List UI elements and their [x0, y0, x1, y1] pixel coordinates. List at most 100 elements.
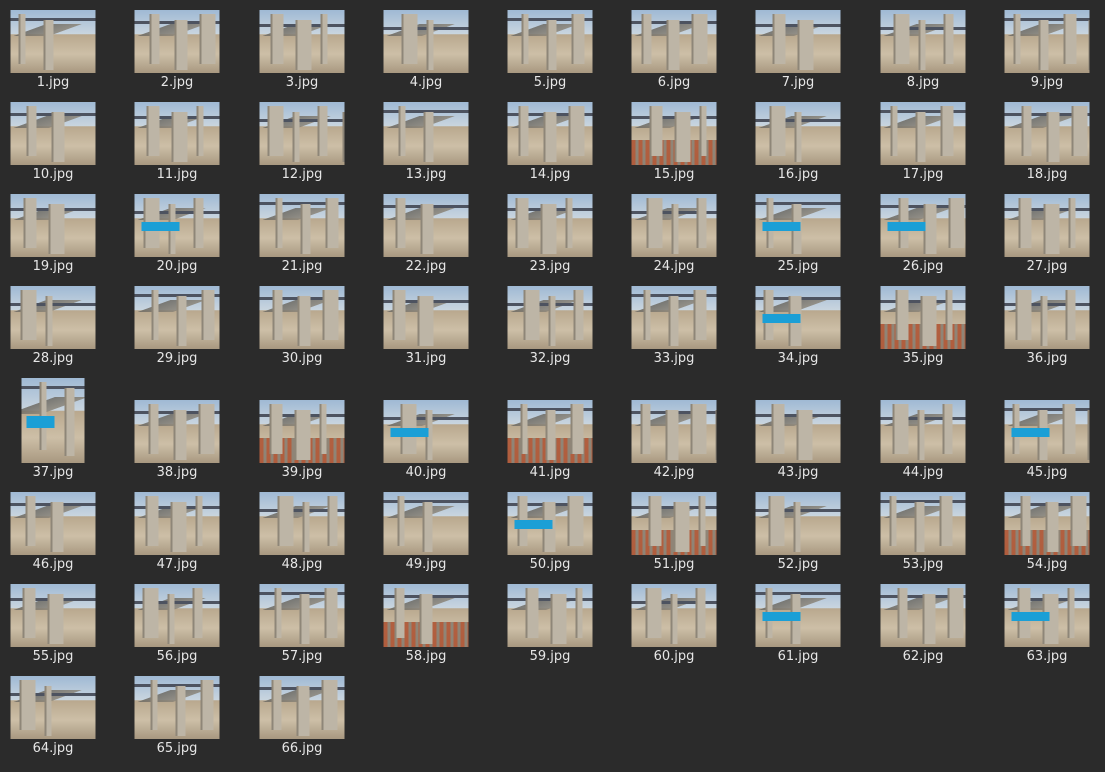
image-thumbnail — [383, 584, 469, 647]
file-item[interactable]: 25.jpg — [736, 184, 860, 276]
image-thumbnail — [507, 492, 593, 555]
file-item[interactable]: 38.jpg — [115, 390, 239, 482]
file-name-label: 33.jpg — [653, 351, 695, 366]
file-item[interactable]: 54.jpg — [985, 482, 1105, 574]
file-item[interactable]: 59.jpg — [488, 574, 612, 666]
file-item[interactable]: 42.jpg — [612, 390, 736, 482]
file-item[interactable]: 11.jpg — [115, 92, 239, 184]
file-name-label: 4.jpg — [409, 75, 443, 90]
file-item[interactable]: 16.jpg — [736, 92, 860, 184]
file-item[interactable]: 35.jpg — [861, 276, 985, 368]
image-thumbnail — [134, 584, 220, 647]
file-item[interactable]: 49.jpg — [364, 482, 488, 574]
file-item[interactable]: 37.jpg — [0, 378, 115, 482]
image-thumbnail — [383, 102, 469, 165]
file-item[interactable]: 62.jpg — [861, 574, 985, 666]
file-item[interactable]: 36.jpg — [985, 276, 1105, 368]
file-name-label: 18.jpg — [1026, 167, 1068, 182]
file-item[interactable]: 6.jpg — [612, 0, 736, 92]
file-item[interactable]: 61.jpg — [736, 574, 860, 666]
file-item[interactable]: 46.jpg — [0, 482, 115, 574]
image-thumbnail — [880, 10, 966, 73]
file-item[interactable]: 9.jpg — [985, 0, 1105, 92]
file-name-label: 60.jpg — [653, 649, 695, 664]
file-item[interactable]: 15.jpg — [612, 92, 736, 184]
file-item[interactable]: 40.jpg — [364, 390, 488, 482]
file-item[interactable]: 45.jpg — [985, 390, 1105, 482]
file-item[interactable]: 51.jpg — [612, 482, 736, 574]
file-item[interactable]: 53.jpg — [861, 482, 985, 574]
file-item[interactable]: 19.jpg — [0, 184, 115, 276]
file-item[interactable]: 21.jpg — [240, 184, 364, 276]
file-item[interactable]: 1.jpg — [0, 0, 115, 92]
file-item[interactable]: 52.jpg — [736, 482, 860, 574]
file-item[interactable]: 18.jpg — [985, 92, 1105, 184]
file-name-label: 50.jpg — [529, 557, 571, 572]
file-item[interactable]: 34.jpg — [736, 276, 860, 368]
image-thumbnail — [880, 194, 966, 257]
file-item[interactable]: 39.jpg — [240, 390, 364, 482]
file-name-label: 57.jpg — [281, 649, 323, 664]
file-item[interactable]: 7.jpg — [736, 0, 860, 92]
image-thumbnail — [631, 492, 717, 555]
file-item[interactable]: 32.jpg — [488, 276, 612, 368]
file-name-label: 65.jpg — [156, 741, 198, 756]
file-item[interactable]: 12.jpg — [240, 92, 364, 184]
file-item[interactable]: 66.jpg — [240, 666, 364, 758]
image-thumbnail — [755, 400, 841, 463]
file-item[interactable]: 30.jpg — [240, 276, 364, 368]
file-name-label: 19.jpg — [32, 259, 74, 274]
file-item[interactable]: 63.jpg — [985, 574, 1105, 666]
file-item[interactable]: 26.jpg — [861, 184, 985, 276]
file-item[interactable]: 27.jpg — [985, 184, 1105, 276]
image-thumbnail — [631, 286, 717, 349]
file-item[interactable]: 50.jpg — [488, 482, 612, 574]
file-item[interactable]: 43.jpg — [736, 390, 860, 482]
file-item[interactable]: 55.jpg — [0, 574, 115, 666]
file-item[interactable]: 41.jpg — [488, 390, 612, 482]
file-item[interactable]: 47.jpg — [115, 482, 239, 574]
file-item[interactable]: 8.jpg — [861, 0, 985, 92]
image-thumbnail — [259, 676, 345, 739]
file-name-label: 45.jpg — [1026, 465, 1068, 480]
file-item[interactable]: 44.jpg — [861, 390, 985, 482]
file-name-label: 48.jpg — [281, 557, 323, 572]
file-item[interactable]: 56.jpg — [115, 574, 239, 666]
file-item[interactable]: 13.jpg — [364, 92, 488, 184]
image-thumbnail — [259, 194, 345, 257]
file-item[interactable]: 17.jpg — [861, 92, 985, 184]
file-name-label: 14.jpg — [529, 167, 571, 182]
file-name-label: 15.jpg — [653, 167, 695, 182]
file-item[interactable]: 4.jpg — [364, 0, 488, 92]
file-item[interactable]: 57.jpg — [240, 574, 364, 666]
file-name-label: 11.jpg — [156, 167, 198, 182]
file-item[interactable]: 5.jpg — [488, 0, 612, 92]
file-icon-view[interactable]: 1.jpg 2.jpg 3.jpg 4.jpg 5.jpg 6.jpg 7.jpg 8.jpg… — [0, 0, 1105, 772]
file-item[interactable]: 31.jpg — [364, 276, 488, 368]
file-item[interactable]: 20.jpg — [115, 184, 239, 276]
file-item[interactable]: 58.jpg — [364, 574, 488, 666]
file-item[interactable]: 10.jpg — [0, 92, 115, 184]
file-item[interactable]: 28.jpg — [0, 276, 115, 368]
file-item[interactable]: 48.jpg — [240, 482, 364, 574]
file-item[interactable]: 23.jpg — [488, 184, 612, 276]
file-name-label: 37.jpg — [32, 465, 74, 480]
file-item[interactable]: 3.jpg — [240, 0, 364, 92]
image-thumbnail — [383, 10, 469, 73]
file-item[interactable]: 65.jpg — [115, 666, 239, 758]
image-thumbnail — [880, 584, 966, 647]
image-thumbnail — [10, 492, 96, 555]
file-item[interactable]: 24.jpg — [612, 184, 736, 276]
file-name-label: 51.jpg — [653, 557, 695, 572]
file-item[interactable]: 22.jpg — [364, 184, 488, 276]
file-name-label: 49.jpg — [405, 557, 447, 572]
file-name-label: 35.jpg — [902, 351, 944, 366]
file-item[interactable]: 2.jpg — [115, 0, 239, 92]
file-item[interactable]: 14.jpg — [488, 92, 612, 184]
file-item[interactable]: 33.jpg — [612, 276, 736, 368]
image-thumbnail — [10, 584, 96, 647]
file-item[interactable]: 60.jpg — [612, 574, 736, 666]
file-item[interactable]: 64.jpg — [0, 666, 115, 758]
image-thumbnail — [1004, 102, 1090, 165]
file-item[interactable]: 29.jpg — [115, 276, 239, 368]
